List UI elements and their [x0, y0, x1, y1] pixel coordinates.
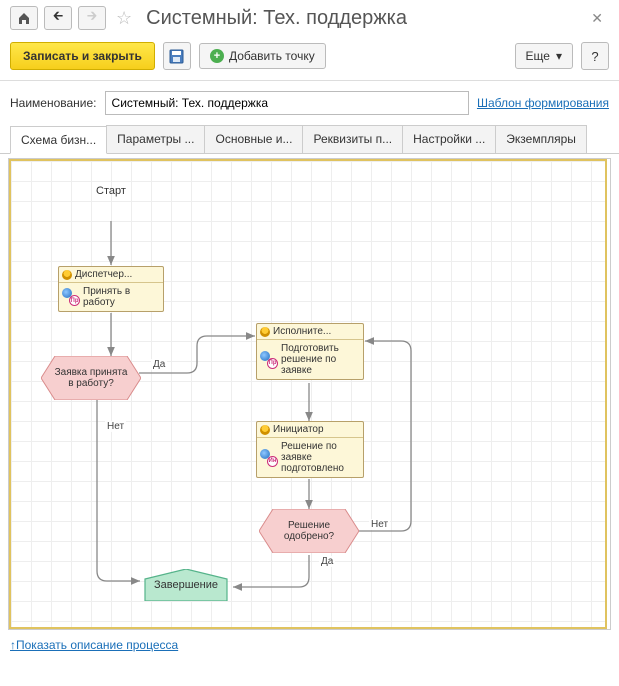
name-label: Наименование:: [10, 96, 97, 110]
process-canvas[interactable]: Старт Диспетчер... Пр Принять в работу З…: [9, 159, 607, 629]
person-icon: [260, 327, 270, 337]
tab-parameters[interactable]: Параметры ...: [106, 125, 205, 153]
favorite-star-icon[interactable]: ☆: [112, 8, 136, 29]
forward-button[interactable]: 🡲: [78, 6, 106, 30]
node3-task: Решение по заявке подготовлено: [281, 441, 360, 474]
plus-icon: +: [210, 49, 224, 63]
chevron-down-icon: ▾: [556, 49, 562, 63]
tabstrip: Схема бизн... Параметры ... Основные и..…: [0, 125, 619, 154]
tab-requisites[interactable]: Реквизиты п...: [302, 125, 403, 153]
start-label: Старт: [96, 185, 126, 197]
process-node-dispatcher[interactable]: Диспетчер... Пр Принять в работу: [58, 266, 164, 312]
page-title: Системный: Тех. поддержка: [146, 7, 579, 30]
edge-label-no2: Нет: [369, 519, 390, 530]
task-icon: Пр: [260, 351, 278, 369]
node1-task: Принять в работу: [83, 286, 160, 308]
node1-role: Диспетчер...: [75, 269, 132, 280]
process-canvas-wrapper: Старт Диспетчер... Пр Принять в работу З…: [8, 158, 611, 630]
dec2-label: Решение одобрено?: [259, 509, 359, 553]
template-link[interactable]: Шаблон формирования: [477, 96, 609, 110]
node3-role: Инициатор: [273, 424, 324, 435]
end-node[interactable]: Завершение: [141, 569, 231, 601]
edge-label-no1: Нет: [105, 421, 126, 432]
task-icon: Пр: [62, 288, 80, 306]
more-button[interactable]: Еще ▾: [515, 43, 573, 69]
tab-schema[interactable]: Схема бизн...: [10, 126, 107, 154]
task-icon: Ин: [260, 449, 278, 467]
person-icon: [62, 270, 72, 280]
help-button[interactable]: ?: [581, 42, 609, 70]
more-label: Еще: [526, 49, 550, 63]
decision-approved[interactable]: Решение одобрено?: [259, 509, 359, 553]
back-button[interactable]: 🡰: [44, 6, 72, 30]
name-input[interactable]: [105, 91, 469, 115]
process-node-executor[interactable]: Исполните... Пр Подготовить решение по з…: [256, 323, 364, 380]
start-node[interactable]: Старт: [81, 179, 141, 223]
edge-label-yes2: Да: [319, 556, 335, 567]
home-button[interactable]: [10, 6, 38, 30]
tab-settings[interactable]: Настройки ...: [402, 125, 496, 153]
node2-task: Подготовить решение по заявке: [281, 343, 360, 376]
person-icon: [260, 425, 270, 435]
add-point-label: Добавить точку: [229, 49, 315, 63]
process-node-initiator[interactable]: Инициатор Ин Решение по заявке подготовл…: [256, 421, 364, 478]
node2-role: Исполните...: [273, 326, 331, 337]
tab-instances[interactable]: Экземпляры: [495, 125, 587, 153]
decision-accepted[interactable]: Заявка принята в работу?: [41, 356, 141, 400]
show-description-link[interactable]: ↑Показать описание процесса: [10, 638, 178, 652]
end-label: Завершение: [141, 569, 231, 601]
save-button[interactable]: [163, 42, 191, 70]
edge-label-yes1: Да: [151, 359, 167, 370]
close-button[interactable]: ✕: [585, 10, 609, 27]
dec1-label: Заявка принята в работу?: [41, 356, 141, 400]
save-and-close-button[interactable]: Записать и закрыть: [10, 42, 155, 70]
add-point-button[interactable]: + Добавить точку: [199, 43, 326, 69]
tab-basic-info[interactable]: Основные и...: [204, 125, 303, 153]
